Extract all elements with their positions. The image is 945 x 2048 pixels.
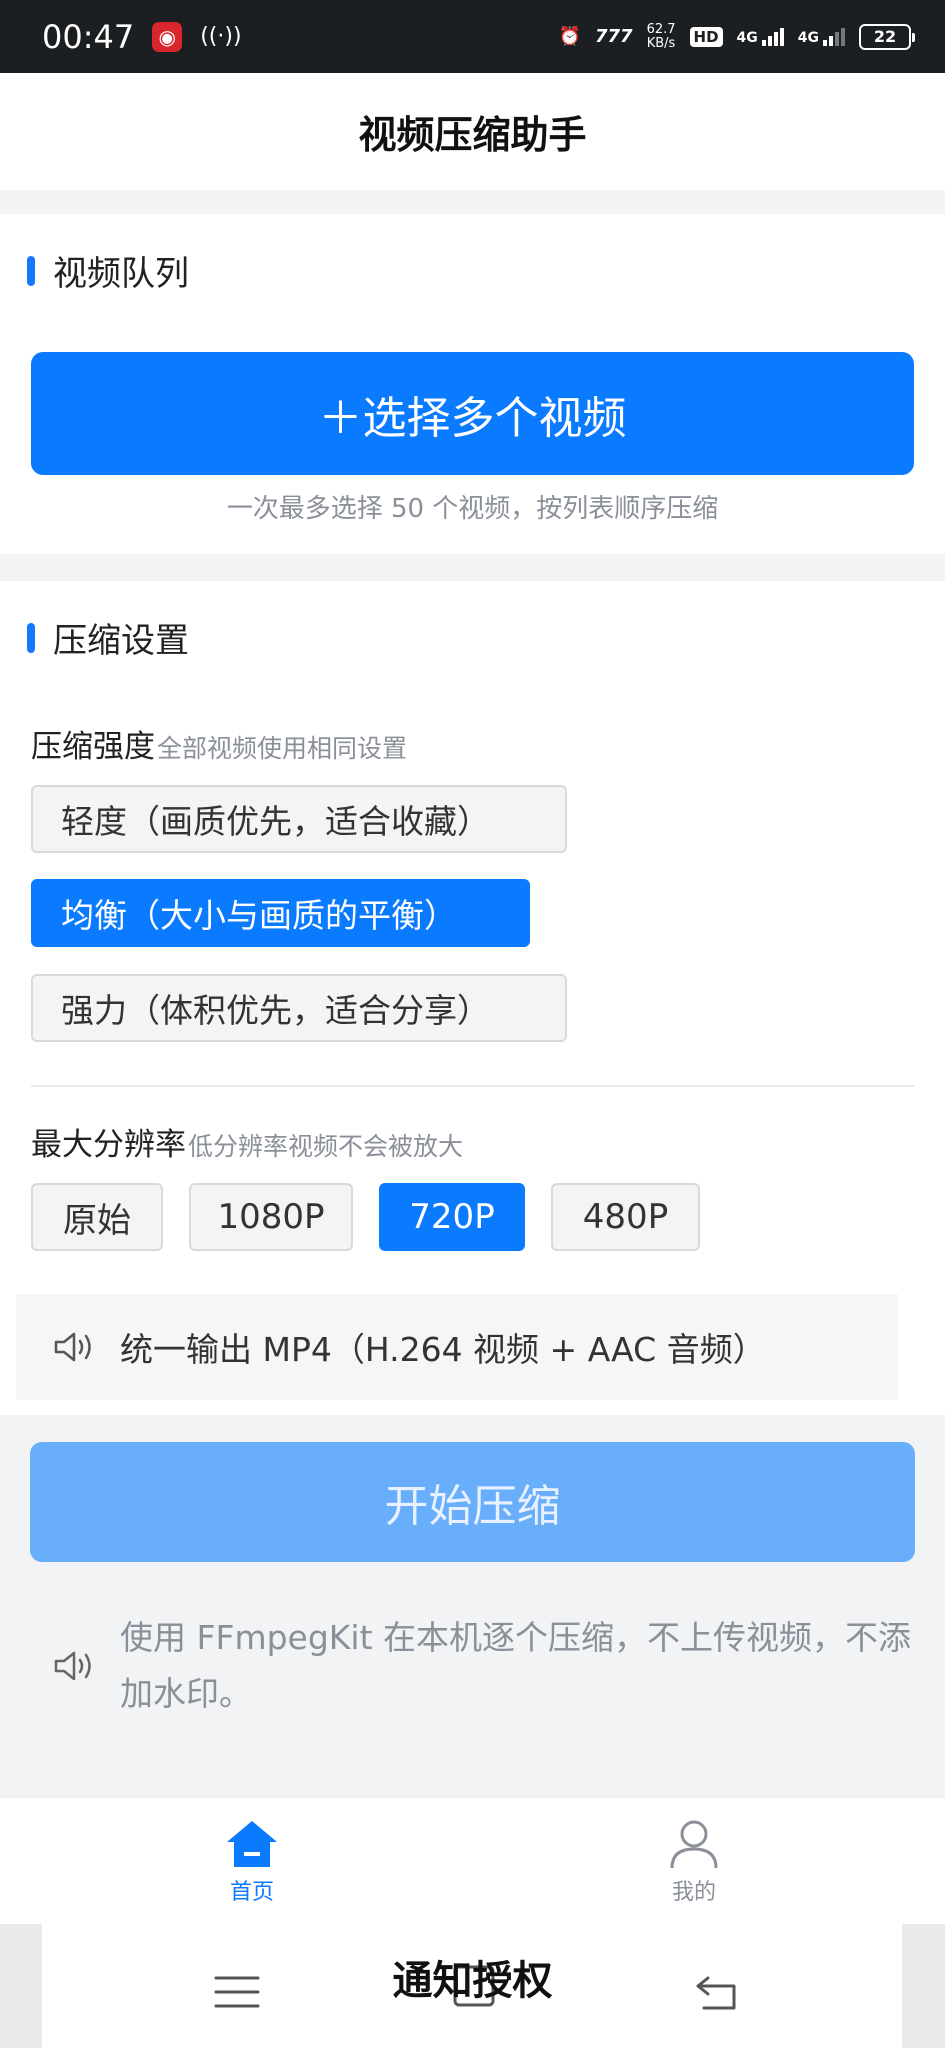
settings-section-title: 压缩设置	[27, 613, 189, 662]
battery-icon: 22	[859, 23, 915, 50]
divider	[31, 1085, 914, 1087]
privacy-note: 使用 FFmpegKit 在本机逐个压缩，不上传视频，不添加水印。	[52, 1610, 912, 1722]
resolution-option-original[interactable]: 原始	[31, 1183, 163, 1251]
resolution-option-1080p[interactable]: 1080P	[189, 1183, 353, 1251]
network-speed: 62.7 KB/s	[646, 21, 676, 51]
tab-me[interactable]: 我的	[634, 1818, 754, 1910]
strength-label: 压缩强度 全部视频使用相同设置	[31, 729, 408, 765]
nfc-icon: 777	[594, 26, 633, 47]
resolution-label: 最大分辨率 低分辨率视频不会被放大	[31, 1127, 464, 1163]
speaker-icon	[54, 1651, 91, 1681]
user-icon	[670, 1820, 718, 1869]
signal-2-icon: 4G	[798, 27, 845, 46]
strength-option-strong[interactable]: 强力（体积优先，适合分享）	[31, 974, 567, 1042]
home-icon	[227, 1821, 277, 1867]
section-marker	[27, 255, 35, 286]
hd-voice-icon: HD	[689, 26, 723, 47]
notification-toast: 通知授权	[392, 1958, 553, 2004]
alarm-icon: ⏰	[558, 26, 581, 47]
signal-1-icon: 4G	[737, 27, 784, 46]
tab-home[interactable]: 首页	[192, 1818, 312, 1910]
queue-section-title: 视频队列	[27, 246, 189, 295]
speaker-icon	[54, 1332, 91, 1362]
section-marker	[27, 622, 35, 653]
netease-music-icon: ◉	[152, 21, 183, 52]
status-bar: 00:47 ◉ ((·)) ⏰ 777 62.7 KB/s HD 4G 4G 2…	[0, 0, 945, 73]
video-queue-card: 视频队列 ＋选择多个视频 一次最多选择 50 个视频，按列表顺序压缩	[0, 214, 945, 554]
start-compress-button[interactable]: 开始压缩	[30, 1442, 915, 1562]
app-header: 视频压缩助手	[0, 73, 945, 190]
resolution-option-480p[interactable]: 480P	[551, 1183, 700, 1251]
bottom-tab-bar: 首页 我的	[0, 1797, 945, 1924]
resolution-option-720p[interactable]: 720P	[379, 1183, 525, 1251]
compression-settings-card: 压缩设置 压缩强度 全部视频使用相同设置 轻度（画质优先，适合收藏） 均衡（大小…	[0, 581, 945, 1415]
select-videos-button[interactable]: ＋选择多个视频	[31, 352, 914, 475]
select-hint: 一次最多选择 50 个视频，按列表顺序压缩	[226, 494, 719, 524]
strength-option-light[interactable]: 轻度（画质优先，适合收藏）	[31, 785, 567, 853]
strength-option-balanced[interactable]: 均衡（大小与画质的平衡）	[31, 879, 530, 947]
output-format-notice: 统一输出 MP4（H.264 视频 + AAC 音频）	[16, 1294, 898, 1400]
hotspot-icon: ((·))	[200, 24, 242, 49]
page-title: 视频压缩助手	[358, 113, 587, 157]
status-time: 00:47	[42, 17, 135, 56]
